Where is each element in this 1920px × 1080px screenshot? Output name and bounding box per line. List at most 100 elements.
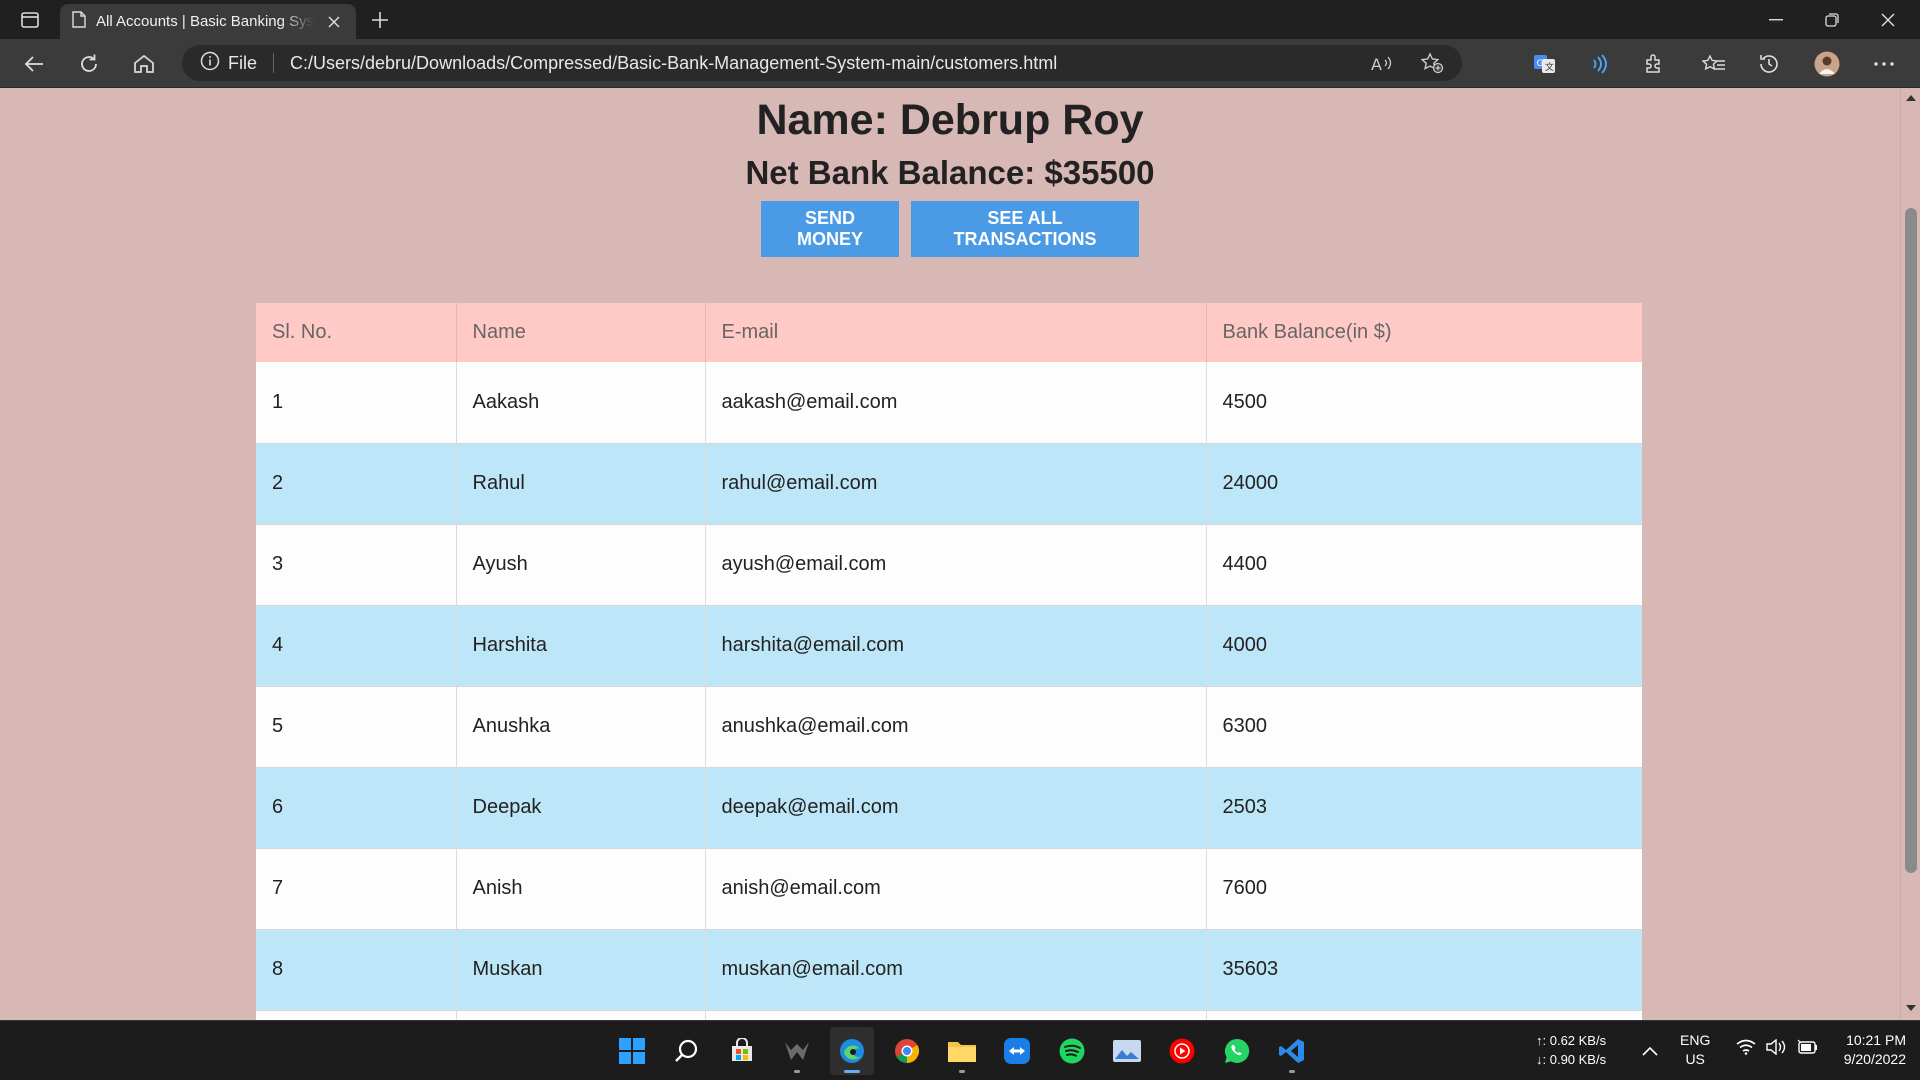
- tab-close-icon[interactable]: [324, 12, 344, 32]
- cell-email: deepak@email.com: [705, 767, 1207, 849]
- translate-icon[interactable]: G文: [1528, 47, 1562, 81]
- table-header-row: Sl. No. Name E-mail Bank Balance(in $): [256, 303, 1642, 362]
- read-aloud-active-icon[interactable]: [1582, 47, 1616, 81]
- cell-sl-no: 8: [256, 929, 457, 1011]
- cell-balance: 6300: [1206, 686, 1642, 768]
- net-balance-heading: Net Bank Balance: $35500: [745, 154, 1155, 191]
- history-icon[interactable]: [1752, 47, 1786, 81]
- region-code: US: [1685, 1051, 1705, 1067]
- clock[interactable]: 10:21 PM 9/20/2022: [1820, 1031, 1906, 1069]
- address-url[interactable]: C:/Users/debru/Downloads/Compressed/Basi…: [290, 53, 1057, 74]
- back-icon[interactable]: [17, 47, 51, 81]
- browser-toolbar: File C:/Users/debru/Downloads/Compressed…: [0, 39, 1920, 88]
- home-icon[interactable]: [127, 47, 161, 81]
- youtube-music-icon[interactable]: [1160, 1027, 1204, 1075]
- predator-sense-icon[interactable]: [775, 1027, 819, 1075]
- vscode-icon[interactable]: [1270, 1027, 1314, 1075]
- volume-icon[interactable]: [1766, 1038, 1786, 1060]
- restore-icon[interactable]: [1804, 0, 1860, 39]
- scroll-up-icon[interactable]: [1905, 92, 1917, 104]
- cell-balance: 7600: [1206, 848, 1642, 930]
- microsoft-store-icon[interactable]: [720, 1027, 764, 1075]
- table-row: 3 Ayush ayush@email.com 4400: [256, 524, 1642, 606]
- cell-balance: 4400: [1206, 524, 1642, 606]
- teamviewer-icon[interactable]: [995, 1027, 1039, 1075]
- start-windows-icon[interactable]: [610, 1027, 654, 1075]
- vertical-scrollbar[interactable]: [1900, 88, 1920, 1020]
- cell-sl-no: 5: [256, 686, 457, 768]
- download-speed: ↓: 0.90 KB/s: [1536, 1052, 1607, 1067]
- running-indicator: [1289, 1070, 1295, 1073]
- minimize-icon[interactable]: [1748, 0, 1804, 39]
- cell-sl-no: [256, 1010, 457, 1020]
- extensions-icon[interactable]: [1637, 47, 1671, 81]
- table-row: 2 Rahul rahul@email.com 24000: [256, 443, 1642, 525]
- clock-time: 10:21 PM: [1846, 1032, 1906, 1048]
- running-indicator: [959, 1070, 965, 1073]
- read-aloud-icon[interactable]: A: [1366, 47, 1398, 79]
- cell-email: [705, 1010, 1207, 1020]
- customer-name-heading: Name: Debrup Roy: [756, 96, 1144, 144]
- spotify-icon[interactable]: [1050, 1027, 1094, 1075]
- more-menu-icon[interactable]: [1867, 47, 1901, 81]
- scroll-down-icon[interactable]: [1905, 1002, 1917, 1014]
- cell-email: rahul@email.com: [705, 443, 1207, 525]
- show-hidden-icons-icon[interactable]: [1642, 1043, 1658, 1061]
- chrome-icon[interactable]: [885, 1027, 929, 1075]
- close-window-icon[interactable]: [1860, 0, 1916, 39]
- svg-text:A: A: [1371, 55, 1382, 72]
- address-bar[interactable]: File C:/Users/debru/Downloads/Compressed…: [182, 45, 1462, 81]
- profile-avatar[interactable]: [1810, 47, 1844, 81]
- whatsapp-icon[interactable]: [1215, 1027, 1259, 1075]
- header-balance: Bank Balance(in $): [1222, 321, 1392, 343]
- table-row: 6 Deepak deepak@email.com 2503: [256, 767, 1642, 849]
- address-scheme-label: File: [228, 52, 258, 73]
- cell-sl-no: 7: [256, 848, 457, 930]
- search-icon[interactable]: [665, 1027, 709, 1075]
- file-explorer-icon[interactable]: [940, 1027, 984, 1075]
- cell-email: anushka@email.com: [705, 686, 1207, 768]
- table-row: 1 Aakash aakash@email.com 4500: [256, 362, 1642, 444]
- scroll-thumb[interactable]: [1905, 208, 1917, 873]
- browser-tab-active[interactable]: All Accounts | Basic Banking System: [60, 4, 356, 39]
- page-icon: [72, 10, 86, 33]
- cell-name: Anish: [456, 848, 706, 930]
- browser-tab-strip: All Accounts | Basic Banking System: [0, 0, 1920, 39]
- favorites-icon[interactable]: [1697, 47, 1731, 81]
- address-separator: [273, 53, 275, 73]
- cell-sl-no: 1: [256, 362, 457, 444]
- wifi-icon[interactable]: [1736, 1039, 1756, 1060]
- battery-icon[interactable]: [1796, 1039, 1818, 1060]
- tab-actions-icon[interactable]: [14, 8, 46, 32]
- cell-email: ayush@email.com: [705, 524, 1207, 606]
- running-indicator: [794, 1070, 800, 1073]
- see-all-transactions-button[interactable]: SEE ALL TRANSACTIONS: [911, 201, 1139, 257]
- svg-text:G: G: [1537, 59, 1544, 69]
- send-money-button[interactable]: SEND MONEY: [761, 201, 899, 257]
- cell-balance: 4000: [1206, 605, 1642, 687]
- cell-sl-no: 2: [256, 443, 457, 525]
- cell-sl-no: 3: [256, 524, 457, 606]
- cell-email: aakash@email.com: [705, 362, 1207, 444]
- cell-name: Muskan: [456, 929, 706, 1011]
- language-indicator[interactable]: ENG US: [1680, 1031, 1710, 1069]
- site-info[interactable]: File: [200, 51, 257, 76]
- edge-browser-icon[interactable]: [830, 1027, 874, 1075]
- cell-sl-no: 4: [256, 605, 457, 687]
- new-tab-icon[interactable]: [366, 6, 394, 34]
- cell-email: muskan@email.com: [705, 929, 1207, 1011]
- header-sl-no: Sl. No.: [256, 303, 457, 362]
- cell-name: [456, 1010, 706, 1020]
- clock-date: 9/20/2022: [1843, 1051, 1906, 1067]
- cell-name: Deepak: [456, 767, 706, 849]
- cell-name: Ayush: [456, 524, 706, 606]
- cell-name: Harshita: [456, 605, 706, 687]
- info-icon: [200, 51, 220, 76]
- svg-text:文: 文: [1545, 61, 1554, 73]
- photos-icon[interactable]: [1105, 1027, 1149, 1075]
- table-row: 4 Harshita harshita@email.com 4000: [256, 605, 1642, 687]
- cell-name: Rahul: [456, 443, 706, 525]
- add-favorite-icon[interactable]: [1416, 47, 1448, 79]
- cell-email: anish@email.com: [705, 848, 1207, 930]
- refresh-icon[interactable]: [72, 47, 106, 81]
